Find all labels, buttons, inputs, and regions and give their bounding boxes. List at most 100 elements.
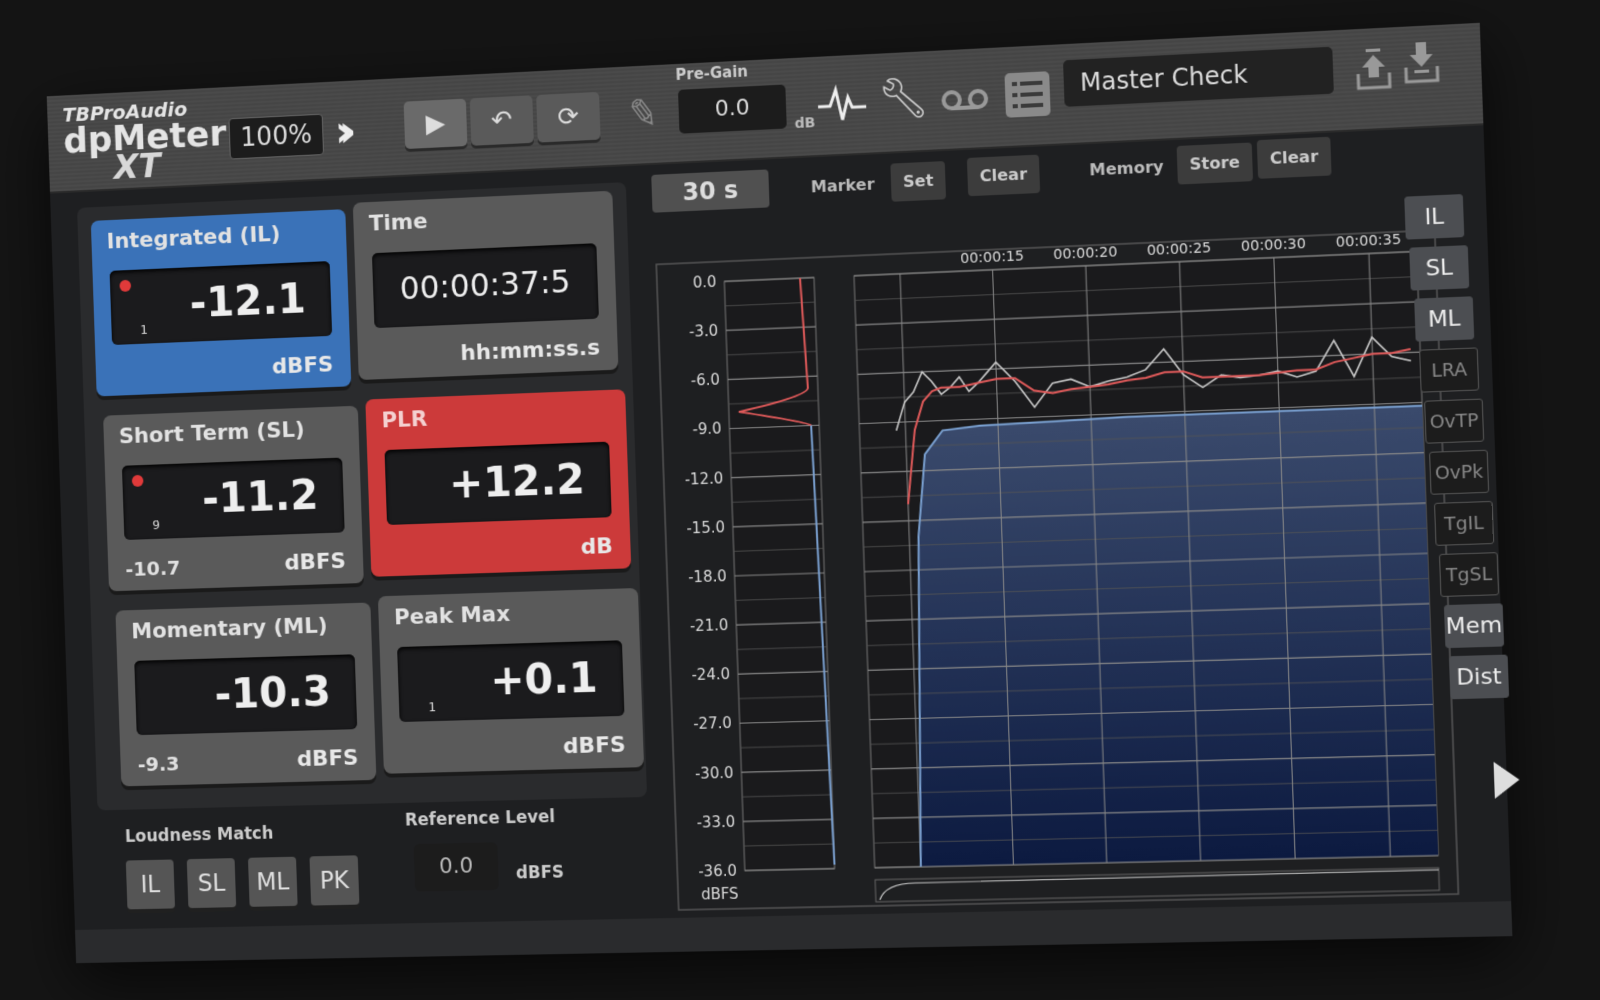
waveform-icon[interactable] — [815, 82, 868, 125]
peak-max-channel: 1 — [428, 700, 437, 716]
y-tick-label: -30.0 — [695, 764, 734, 782]
short-term-meter[interactable]: Short Term (SL) -11.2 9 -10.7 dBFS — [103, 405, 364, 592]
short-term-channel: 9 — [152, 518, 161, 534]
toggle-ovtp-button[interactable]: OvTP — [1424, 398, 1485, 444]
pencil-icon[interactable]: ✎ — [624, 90, 661, 137]
time-unit: hh:mm:ss.s — [460, 335, 601, 367]
integrated-value: -12.1 — [188, 273, 307, 328]
meters-panel: Integrated (IL) -12.1 1 dBFS Time 00:00:… — [77, 182, 648, 811]
wrench-icon[interactable]: 🔧︎ — [877, 73, 930, 123]
loudness-history-chart[interactable]: 00:00:15 00:00:20 00:00:25 00:00:30 00:00:35… — [653, 189, 1461, 912]
momentary-display: -10.3 — [134, 654, 358, 736]
y-tick-label: -24.0 — [691, 666, 730, 684]
y-tick-label: -18.0 — [688, 568, 727, 586]
download-icon[interactable] — [1403, 41, 1440, 84]
y-tick-label: 0.0 — [692, 274, 716, 292]
loudness-match-ml-button[interactable]: ML — [247, 856, 298, 907]
memory-label: Memory — [1088, 156, 1165, 180]
loudness-match-label: Loudness Match — [124, 823, 274, 847]
plr-unit: dB — [580, 534, 614, 560]
marker-set-button[interactable]: Set — [890, 161, 947, 202]
plr-value: +12.2 — [448, 454, 586, 508]
loudness-match-pk-button[interactable]: PK — [309, 855, 360, 906]
peak-max-unit: dBFS — [562, 732, 626, 760]
undo-icon: ↶ — [490, 105, 513, 136]
x-tick-label: 00:00:15 — [960, 248, 1024, 267]
marker-clear-button[interactable]: Clear — [966, 154, 1040, 197]
reference-level-input[interactable]: 0.0 — [413, 842, 499, 892]
reference-level-unit: dBFS — [515, 862, 565, 884]
dpmeter-plugin-window: TBProAudio dpMeter XT 100% ›› ▶ ↶ ⟳ ✎ Pr… — [46, 22, 1521, 964]
next-page-arrow-icon[interactable] — [1493, 761, 1521, 799]
integrated-display: -12.1 1 — [109, 261, 333, 346]
memory-clear-button[interactable]: Clear — [1256, 136, 1332, 179]
y-tick-label: -33.0 — [696, 813, 735, 831]
toggle-tgsl-button[interactable]: TgSL — [1438, 552, 1500, 598]
momentary-unit: dBFS — [296, 745, 359, 773]
integrated-meter[interactable]: Integrated (IL) -12.1 1 dBFS — [90, 209, 352, 397]
toggle-sl-button[interactable]: SL — [1409, 245, 1470, 291]
refresh-icon: ⟳ — [557, 101, 580, 133]
clip-indicator — [119, 279, 132, 292]
integrated-title: Integrated (IL) — [106, 221, 281, 255]
time-title: Time — [368, 209, 428, 237]
short-term-title: Short Term (SL) — [118, 417, 305, 450]
short-term-display: -11.2 9 — [121, 457, 345, 540]
voicemail-icon[interactable] — [940, 86, 991, 113]
y-tick-label: -12.0 — [684, 470, 723, 489]
y-tick-label: -27.0 — [693, 715, 732, 733]
time-value: 00:00:37:5 — [399, 262, 572, 308]
loudness-match-sl-button[interactable]: SL — [186, 858, 237, 909]
peak-max-title: Peak Max — [393, 602, 511, 631]
toggle-ovpk-button[interactable]: OvPk — [1429, 449, 1490, 495]
play-button[interactable]: ▶ — [403, 98, 468, 150]
play-icon: ▶ — [425, 108, 446, 140]
x-tick-label: 00:00:25 — [1147, 240, 1212, 259]
y-axis-unit-label: dBFS — [701, 885, 739, 903]
zoom-level-box[interactable]: 100% — [228, 113, 325, 160]
loudness-match-il-button[interactable]: IL — [125, 859, 176, 910]
reference-level-label: Reference Level — [404, 807, 556, 831]
short-term-max: -10.7 — [125, 555, 181, 581]
fast-forward-icon[interactable]: ›› — [334, 107, 344, 158]
undo-button[interactable]: ↶ — [469, 95, 534, 146]
toggle-lra-button[interactable]: LRA — [1419, 347, 1480, 393]
upload-icon[interactable] — [1355, 48, 1392, 91]
toggle-il-button[interactable]: IL — [1404, 194, 1465, 240]
integrated-unit: dBFS — [271, 352, 334, 380]
x-tick-label: 00:00:20 — [1053, 244, 1118, 263]
refresh-button[interactable]: ⟳ — [536, 91, 601, 143]
plr-meter[interactable]: PLR +12.2 dB — [365, 389, 632, 577]
y-tick-label: -36.0 — [698, 863, 737, 881]
toggle-ml-button[interactable]: ML — [1414, 296, 1475, 342]
momentary-value: -10.3 — [213, 666, 332, 719]
toggle-dist-button[interactable]: Dist — [1448, 654, 1510, 700]
plr-title: PLR — [381, 406, 428, 434]
preset-name-field[interactable]: Master Check — [1063, 46, 1334, 107]
peak-max-meter[interactable]: Peak Max +0.1 1 dBFS — [377, 587, 645, 774]
desktop-background: TBProAudio dpMeter XT 100% ›› ▶ ↶ ⟳ ✎ Pr… — [0, 0, 1600, 1000]
momentary-title: Momentary (ML) — [130, 613, 328, 645]
list-icon[interactable] — [1004, 71, 1051, 118]
toggle-mem-button[interactable]: Mem — [1443, 603, 1505, 649]
momentary-max: -9.3 — [137, 751, 180, 777]
pregain-unit: dB — [794, 115, 816, 133]
y-tick-label: -6.0 — [691, 372, 721, 390]
peak-max-value: +0.1 — [489, 652, 599, 705]
time-range-button[interactable]: 30 s — [651, 169, 770, 213]
x-tick-label: 00:00:30 — [1241, 236, 1307, 255]
y-tick-label: -3.0 — [689, 323, 719, 341]
memory-store-button[interactable]: Store — [1176, 142, 1253, 185]
y-tick-label: -15.0 — [686, 519, 725, 538]
peak-max-display: +0.1 1 — [397, 640, 625, 723]
pregain-input[interactable]: 0.0 — [677, 84, 787, 134]
time-meter[interactable]: Time 00:00:37:5 hh:mm:ss.s — [352, 190, 619, 381]
momentary-meter[interactable]: Momentary (ML) -10.3 -9.3 dBFS — [115, 602, 377, 787]
x-tick-label: 00:00:35 — [1336, 231, 1402, 250]
short-term-value: -11.2 — [201, 470, 320, 523]
clip-indicator — [131, 474, 144, 487]
y-tick-label: -9.0 — [692, 421, 722, 439]
plr-display: +12.2 — [384, 441, 612, 525]
logo: TBProAudio dpMeter XT — [62, 95, 228, 188]
toggle-tgil-button[interactable]: TgIL — [1433, 500, 1495, 546]
